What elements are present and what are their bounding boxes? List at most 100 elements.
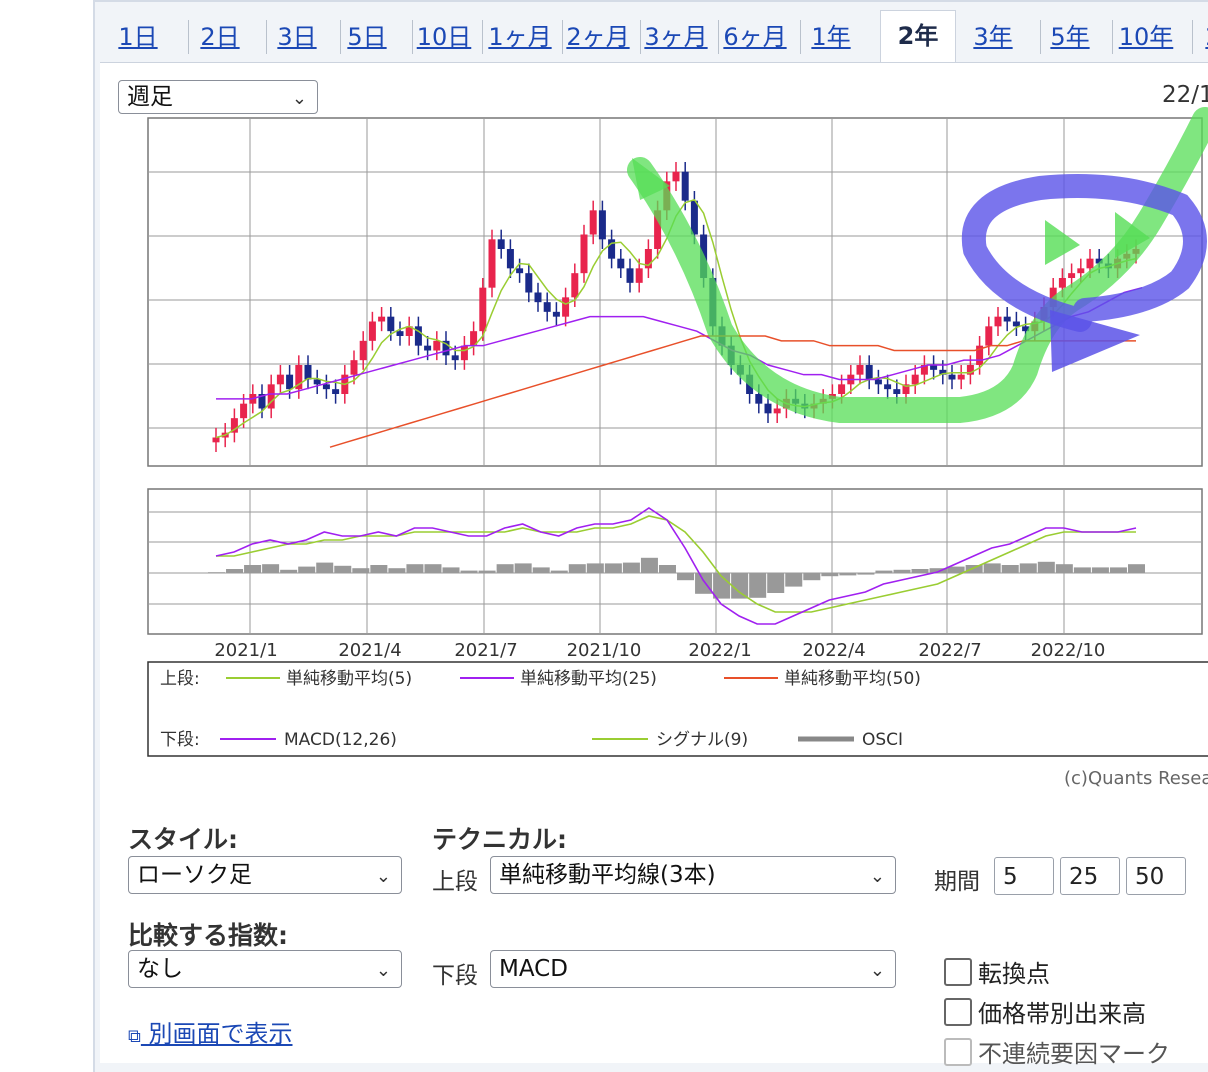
osci-bar bbox=[532, 567, 550, 573]
osci-bar bbox=[640, 557, 658, 573]
new-window-icon: ⧉ bbox=[128, 1026, 141, 1047]
candle-body bbox=[396, 331, 404, 336]
chevron-down-icon: ⌄ bbox=[375, 960, 391, 981]
osci-bar bbox=[983, 563, 1001, 573]
period-input-2[interactable]: 25 bbox=[1060, 857, 1120, 895]
osci-bar bbox=[496, 564, 514, 573]
candle-body bbox=[488, 239, 496, 288]
chevron-down-icon: ⌄ bbox=[869, 960, 885, 981]
osci-bar bbox=[658, 565, 676, 573]
period-label: 期間 bbox=[934, 869, 980, 895]
candle-body bbox=[598, 210, 606, 240]
candle-body bbox=[525, 273, 533, 293]
osci-bar bbox=[875, 570, 893, 573]
candle-body bbox=[276, 374, 284, 385]
candle-body bbox=[1058, 278, 1066, 288]
candle-body bbox=[672, 171, 680, 182]
candle-body bbox=[681, 171, 689, 201]
x-tick-label: 2022/7 bbox=[918, 640, 981, 661]
style-select[interactable]: ローソク足 ⌄ bbox=[128, 856, 402, 894]
candle-body bbox=[571, 273, 579, 298]
candle-body bbox=[534, 292, 542, 303]
osci-bar bbox=[1037, 561, 1055, 573]
candle-body bbox=[1077, 268, 1085, 274]
lower-label: 下段 bbox=[432, 963, 478, 989]
x-tick-label: 2022/1 bbox=[688, 640, 751, 661]
legend-lower-prefix: 下段: bbox=[160, 730, 200, 750]
candle-body bbox=[359, 340, 367, 361]
x-tick-label: 2021/4 bbox=[338, 640, 401, 661]
candle-body bbox=[562, 297, 570, 317]
legend-item-label: シグナル(9) bbox=[656, 730, 748, 750]
compare-select[interactable]: なし ⌄ bbox=[128, 950, 402, 988]
osci-bar bbox=[316, 562, 334, 573]
upper-technical-select[interactable]: 単純移動平均線(3本) ⌄ bbox=[490, 856, 896, 894]
candle-body bbox=[368, 321, 376, 341]
candle-body bbox=[543, 302, 551, 312]
osci-bar bbox=[352, 568, 370, 573]
candle-body bbox=[764, 403, 772, 414]
candle-body bbox=[451, 355, 459, 361]
checkbox-turning-point[interactable]: 転換点 bbox=[944, 954, 1050, 989]
open-new-window-link[interactable]: ⧉ 別画面で表示 bbox=[128, 1014, 293, 1049]
candle-body bbox=[313, 379, 321, 385]
osci-bar bbox=[514, 563, 532, 573]
candle-body bbox=[1003, 316, 1011, 322]
candle-body bbox=[635, 268, 643, 283]
osci-bar bbox=[550, 570, 568, 573]
candle-body bbox=[948, 374, 956, 380]
checkbox-discontinuity-mark[interactable]: 不連続要因マーク bbox=[944, 1034, 1170, 1069]
osci-bar bbox=[1073, 567, 1091, 573]
candle-body bbox=[985, 326, 993, 346]
osci-bar bbox=[911, 569, 929, 573]
osci-bar bbox=[803, 573, 821, 581]
legend-item-label: 単純移動平均(5) bbox=[286, 669, 412, 689]
osci-bar bbox=[1109, 567, 1127, 573]
legend-upper-prefix: 上段: bbox=[160, 669, 200, 689]
osci-bar bbox=[785, 573, 803, 587]
legend-item-label: MACD(12,26) bbox=[284, 730, 397, 750]
style-label: スタイル: bbox=[128, 825, 238, 854]
osci-bar bbox=[280, 569, 298, 573]
candle-body bbox=[350, 360, 358, 375]
compare-label: 比較する指数: bbox=[128, 921, 288, 950]
candle-body bbox=[856, 365, 864, 375]
osci-bar bbox=[677, 573, 695, 581]
x-tick-label: 2021/7 bbox=[454, 640, 517, 661]
candle-body bbox=[378, 316, 386, 322]
period-input-3[interactable]: 50 bbox=[1126, 857, 1186, 895]
checkbox-label: 不連続要因マーク bbox=[978, 1040, 1170, 1068]
candle-body bbox=[893, 389, 901, 394]
osci-bar bbox=[1055, 564, 1073, 573]
osci-bar bbox=[226, 569, 244, 573]
osci-bar bbox=[767, 573, 785, 593]
copyright-text: (c)Quants Resea bbox=[1064, 768, 1208, 789]
macd-plot-area bbox=[147, 488, 1203, 635]
period-input-1[interactable]: 5 bbox=[994, 857, 1054, 895]
candle-body bbox=[387, 316, 395, 332]
checkbox-label: 転換点 bbox=[978, 960, 1050, 988]
osci-bar bbox=[388, 568, 406, 573]
checkbox-icon bbox=[944, 958, 972, 986]
candle-body bbox=[690, 200, 698, 235]
candle-body bbox=[552, 311, 560, 317]
candle-body bbox=[1068, 273, 1076, 278]
osci-bar bbox=[1128, 564, 1145, 573]
upper-technical-value: 単純移動平均線(3本) bbox=[499, 862, 716, 888]
osci-bar bbox=[731, 573, 749, 599]
candle-body bbox=[460, 345, 468, 361]
candle-body bbox=[755, 394, 763, 404]
price-chart: 2021/1 2021/4 2021/7 2021/10 2022/1 2022/4 202… bbox=[147, 107, 1208, 757]
candle-body bbox=[212, 437, 220, 443]
osci-bar bbox=[586, 563, 604, 573]
x-tick-label: 2021/10 bbox=[567, 640, 642, 661]
osci-bar bbox=[298, 566, 316, 573]
osci-bar bbox=[839, 573, 857, 576]
checkbox-volume-by-price[interactable]: 価格帯別出来高 bbox=[944, 994, 1146, 1029]
lower-technical-select[interactable]: MACD ⌄ bbox=[490, 950, 896, 988]
chevron-down-icon: ⌄ bbox=[375, 866, 391, 887]
candle-body bbox=[773, 408, 781, 414]
legend-item-label: 単純移動平均(25) bbox=[520, 669, 657, 689]
candle-body bbox=[580, 234, 588, 274]
candle-body bbox=[617, 258, 625, 269]
